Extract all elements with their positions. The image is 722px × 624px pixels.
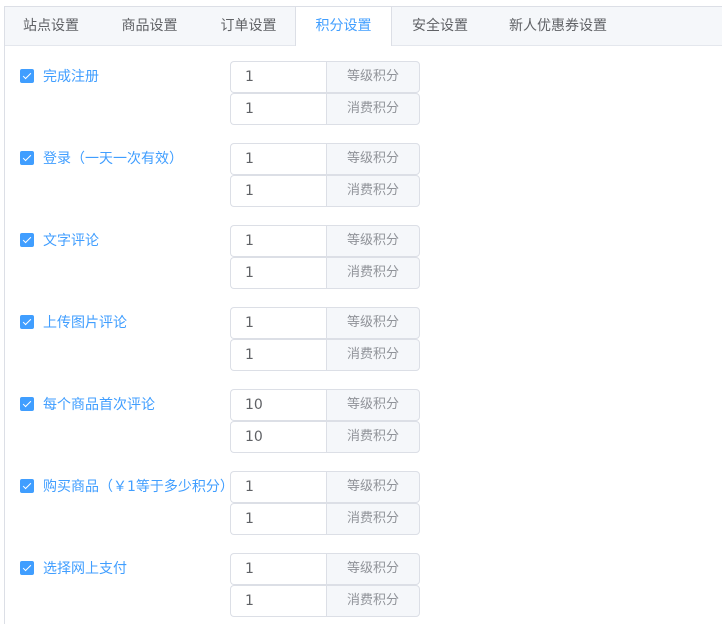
level-points-suffix: 等级积分 bbox=[326, 61, 420, 93]
points-rule-online-payment: 选择网上支付 等级积分 消费积分 bbox=[5, 553, 722, 617]
first-review-level-points-input[interactable] bbox=[230, 389, 326, 421]
points-rule-login: 登录（一天一次有效） 等级积分 消费积分 bbox=[5, 143, 722, 207]
online-payment-consume-points-field: 消费积分 bbox=[230, 585, 420, 617]
points-rule-purchase: 购买商品（￥1等于多少积分） 等级积分 消费积分 bbox=[5, 471, 722, 535]
text-review-checkbox[interactable] bbox=[20, 233, 34, 247]
first-review-consume-points-input[interactable] bbox=[230, 421, 326, 453]
points-rule-first-review: 每个商品首次评论 等级积分 消费积分 bbox=[5, 389, 722, 453]
first-review-label: 每个商品首次评论 bbox=[43, 397, 155, 413]
online-payment-label: 选择网上支付 bbox=[43, 561, 127, 577]
tab-security-settings[interactable]: 安全设置 bbox=[392, 7, 488, 45]
online-payment-consume-points-input[interactable] bbox=[230, 585, 326, 617]
register-consume-points-field: 消费积分 bbox=[230, 93, 420, 125]
consume-points-suffix: 消费积分 bbox=[326, 175, 420, 207]
points-settings-panel: 站点设置 商品设置 订单设置 积分设置 安全设置 新人优惠券设置 完成注册 等级… bbox=[4, 6, 722, 624]
login-consume-points-field: 消费积分 bbox=[230, 175, 420, 207]
online-payment-level-points-field: 等级积分 bbox=[230, 553, 420, 585]
login-label: 登录（一天一次有效） bbox=[43, 151, 183, 167]
register-consume-points-input[interactable] bbox=[230, 93, 326, 125]
text-review-level-points-field: 等级积分 bbox=[230, 225, 420, 257]
register-label: 完成注册 bbox=[43, 69, 99, 85]
text-review-consume-points-input[interactable] bbox=[230, 257, 326, 289]
online-payment-checkbox[interactable] bbox=[20, 561, 34, 575]
online-payment-level-points-input[interactable] bbox=[230, 553, 326, 585]
consume-points-suffix: 消费积分 bbox=[326, 257, 420, 289]
purchase-consume-points-input[interactable] bbox=[230, 503, 326, 535]
purchase-level-points-input[interactable] bbox=[230, 471, 326, 503]
image-review-consume-points-input[interactable] bbox=[230, 339, 326, 371]
purchase-label: 购买商品（￥1等于多少积分） bbox=[43, 479, 234, 495]
level-points-suffix: 等级积分 bbox=[326, 143, 420, 175]
image-review-consume-points-field: 消费积分 bbox=[230, 339, 420, 371]
login-level-points-field: 等级积分 bbox=[230, 143, 420, 175]
tab-order-settings[interactable]: 订单设置 bbox=[202, 7, 295, 45]
image-review-level-points-input[interactable] bbox=[230, 307, 326, 339]
purchase-checkbox[interactable] bbox=[20, 479, 34, 493]
login-level-points-input[interactable] bbox=[230, 143, 326, 175]
tab-points-settings[interactable]: 积分设置 bbox=[295, 7, 392, 46]
points-rule-image-review: 上传图片评论 等级积分 消费积分 bbox=[5, 307, 722, 371]
image-review-level-points-field: 等级积分 bbox=[230, 307, 420, 339]
tab-new-user-coupon-settings[interactable]: 新人优惠券设置 bbox=[488, 7, 628, 45]
points-rule-register: 完成注册 等级积分 消费积分 bbox=[5, 61, 722, 125]
first-review-level-points-field: 等级积分 bbox=[230, 389, 420, 421]
purchase-consume-points-field: 消费积分 bbox=[230, 503, 420, 535]
tab-product-settings[interactable]: 商品设置 bbox=[97, 7, 202, 45]
level-points-suffix: 等级积分 bbox=[326, 307, 420, 339]
points-rule-text-review: 文字评论 等级积分 消费积分 bbox=[5, 225, 722, 289]
text-review-consume-points-field: 消费积分 bbox=[230, 257, 420, 289]
consume-points-suffix: 消费积分 bbox=[326, 339, 420, 371]
level-points-suffix: 等级积分 bbox=[326, 553, 420, 585]
first-review-consume-points-field: 消费积分 bbox=[230, 421, 420, 453]
consume-points-suffix: 消费积分 bbox=[326, 503, 420, 535]
image-review-label: 上传图片评论 bbox=[43, 315, 127, 331]
purchase-level-points-field: 等级积分 bbox=[230, 471, 420, 503]
login-consume-points-input[interactable] bbox=[230, 175, 326, 207]
tab-site-settings[interactable]: 站点设置 bbox=[5, 7, 97, 45]
consume-points-suffix: 消费积分 bbox=[326, 585, 420, 617]
register-level-points-input[interactable] bbox=[230, 61, 326, 93]
login-checkbox[interactable] bbox=[20, 151, 34, 165]
level-points-suffix: 等级积分 bbox=[326, 389, 420, 421]
text-review-level-points-input[interactable] bbox=[230, 225, 326, 257]
text-review-label: 文字评论 bbox=[43, 233, 99, 249]
first-review-checkbox[interactable] bbox=[20, 397, 34, 411]
register-level-points-field: 等级积分 bbox=[230, 61, 420, 93]
level-points-suffix: 等级积分 bbox=[326, 471, 420, 503]
image-review-checkbox[interactable] bbox=[20, 315, 34, 329]
consume-points-suffix: 消费积分 bbox=[326, 93, 420, 125]
register-checkbox[interactable] bbox=[20, 69, 34, 83]
settings-tabs: 站点设置 商品设置 订单设置 积分设置 安全设置 新人优惠券设置 bbox=[5, 7, 722, 46]
consume-points-suffix: 消费积分 bbox=[326, 421, 420, 453]
level-points-suffix: 等级积分 bbox=[326, 225, 420, 257]
